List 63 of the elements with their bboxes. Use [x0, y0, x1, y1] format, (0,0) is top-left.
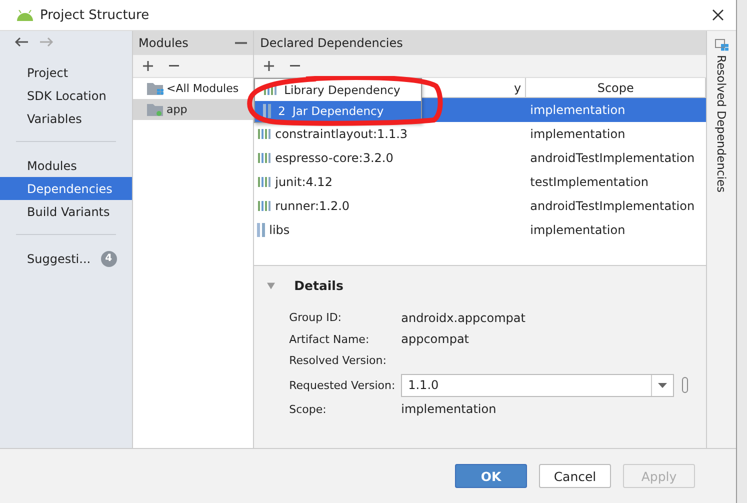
android-icon	[16, 10, 34, 20]
scope-cell: androidTestImplementation	[530, 151, 695, 165]
slot-icon	[682, 377, 688, 393]
dependency-name: junit:4.12	[275, 175, 332, 189]
module-name: <All Modules	[166, 82, 239, 95]
sidebar-item[interactable]: SDK Location	[0, 84, 132, 107]
library-icon	[257, 152, 272, 164]
library-icon	[263, 84, 278, 96]
library-icon	[257, 176, 272, 188]
jar-icon	[263, 104, 272, 118]
scope-cell: implementation	[530, 103, 626, 117]
sidebar-item[interactable]: Project	[0, 61, 132, 84]
sidebar-item[interactable]: Variables	[0, 107, 132, 130]
sidebar-item[interactable]: Build Variants	[0, 200, 132, 223]
scope-cell: androidTestImplementation	[530, 199, 695, 213]
minus-icon	[168, 65, 179, 67]
menu-label: Jar Dependency	[292, 104, 384, 118]
panel-title: Declared Dependencies	[260, 36, 403, 50]
folder-icon	[146, 82, 164, 95]
close-icon[interactable]	[712, 9, 724, 21]
field-label: Group ID:	[289, 311, 343, 324]
side-tab[interactable]: Resolved Dependencies	[714, 55, 729, 192]
version-dropdown[interactable]: 1.1.0	[401, 374, 674, 396]
field-value: implementation	[401, 402, 496, 416]
field-label: Artifact Name:	[289, 332, 370, 346]
dependency-name: constraintlayout:1.1.3	[275, 127, 408, 141]
back-arrow-icon[interactable]	[14, 37, 29, 47]
dependency-name: runner:1.2.0	[275, 199, 350, 213]
shortcut-key: 2	[278, 104, 286, 118]
field-label: Requested Version:	[289, 378, 396, 392]
scope-cell: implementation	[530, 223, 626, 237]
collapse-triangle-icon[interactable]	[266, 282, 276, 290]
sidebar-item[interactable]: Dependencies	[0, 177, 132, 200]
field-label: Resolved Version:	[289, 354, 388, 368]
field-value: androidx.appcompat	[401, 310, 526, 325]
field-label: Scope:	[289, 402, 328, 416]
minimize-icon[interactable]	[235, 42, 248, 44]
dependency-name: espresso-core:3.2.0	[275, 151, 394, 165]
module-item[interactable]: app	[132, 99, 254, 120]
scope-cell: testImplementation	[530, 175, 648, 189]
sidebar-item[interactable]: Suggesti... 4	[0, 247, 132, 270]
library-icon	[257, 128, 272, 140]
dependency-name: libs	[269, 223, 290, 237]
column-header[interactable]: Scope	[526, 78, 706, 97]
resolved-icon[interactable]	[714, 39, 729, 51]
menu-label: Library Dependency	[284, 82, 400, 97]
dialog-button[interactable]: OK	[455, 464, 527, 488]
scope-cell: implementation	[530, 127, 626, 141]
library-icon	[257, 200, 272, 212]
panel-title: Modules	[138, 36, 188, 50]
field-value: appcompat	[401, 332, 470, 346]
section-title: Details	[294, 278, 344, 293]
dialog-button[interactable]: Cancel	[539, 464, 611, 488]
plus-icon	[142, 61, 153, 71]
sidebar-item[interactable]: Modules	[0, 154, 132, 177]
plus-icon	[264, 61, 274, 71]
minus-icon	[290, 65, 300, 67]
folder-icon	[146, 103, 164, 116]
window-title: Project Structure	[40, 8, 150, 22]
module-name: app	[166, 103, 188, 116]
count-badge: 4	[100, 250, 117, 266]
jar-icon	[257, 223, 266, 237]
caret-icon	[658, 382, 668, 388]
